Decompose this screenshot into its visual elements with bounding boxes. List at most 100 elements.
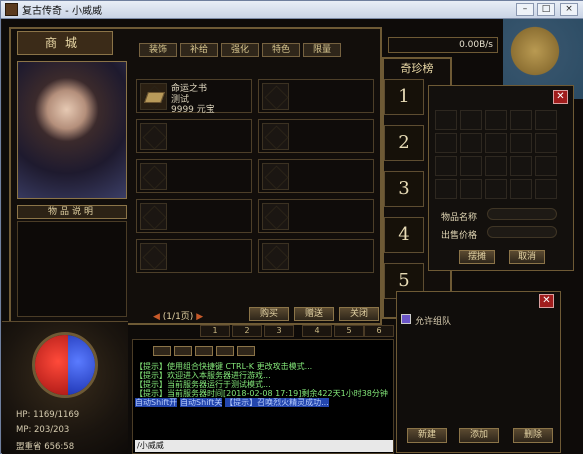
minimize-button[interactable]: – <box>516 3 534 16</box>
grid-cell[interactable] <box>485 133 507 153</box>
sell-dialog: ✕ 物品名称 出售价格 摆摊 取消 <box>428 85 574 271</box>
sell-close-icon[interactable]: ✕ <box>553 90 568 104</box>
chat-channel-icon[interactable] <box>237 346 255 356</box>
cancel-button[interactable]: 取消 <box>509 250 545 264</box>
grid-cell[interactable] <box>435 110 457 130</box>
grid-cell[interactable] <box>485 110 507 130</box>
tab-enhance[interactable]: 强化 <box>221 43 259 57</box>
net-speed-bar: 0.00B/s <box>388 37 498 53</box>
item-desc-title: 物品说明 <box>17 205 127 219</box>
chat-input[interactable]: /小威威 <box>135 440 393 452</box>
shop-item-slot[interactable] <box>258 159 374 193</box>
team-close-icon[interactable]: ✕ <box>539 294 554 308</box>
grid-cell[interactable] <box>535 179 557 199</box>
shop-item-slot[interactable] <box>136 199 252 233</box>
grid-cell[interactable] <box>435 156 457 176</box>
chat-line: 【提示】欢迎进入本服务器进行游戏... <box>135 371 271 380</box>
chat-line: 【提示】召唤烈火精灵成功... <box>225 398 329 407</box>
chat-channel-icon[interactable] <box>174 346 192 356</box>
grid-cell[interactable] <box>510 179 532 199</box>
grid-cell[interactable] <box>485 156 507 176</box>
quickbar-slot-2[interactable]: 2 <box>232 325 262 337</box>
location-value: 盟重省 656:58 <box>16 442 75 452</box>
shop-item-slot[interactable] <box>258 199 374 233</box>
quickbar-slot-4[interactable]: 4 <box>302 325 332 337</box>
gift-button[interactable]: 赠送 <box>294 307 334 321</box>
shop-item-slot[interactable] <box>258 119 374 153</box>
quickbar-slot-3[interactable]: 3 <box>264 325 294 337</box>
stall-button[interactable]: 摆摊 <box>459 250 495 264</box>
team-add-button[interactable]: 添加 <box>459 428 499 443</box>
grid-cell[interactable] <box>510 133 532 153</box>
grid-cell[interactable] <box>535 156 557 176</box>
team-panel: ✕ 允许组队 新建 添加 删除 <box>396 291 561 453</box>
rank-4[interactable]: 4 <box>384 217 424 253</box>
game-viewport: 商城 装饰 补给 强化 特色 限量 物品说明 命运之书 测试 9999 元宝 ◀ (1/… <box>2 19 583 454</box>
quickbar-slot-6[interactable]: 6 <box>364 325 394 337</box>
shop-close-button[interactable]: 关闭 <box>339 307 379 321</box>
net-speed: 0.00B/s <box>459 40 493 50</box>
shop-item-slot[interactable] <box>136 119 252 153</box>
rank-1[interactable]: 1 <box>384 79 424 115</box>
shop-item-slot[interactable] <box>136 159 252 193</box>
item-name-field[interactable] <box>487 208 557 220</box>
grid-cell[interactable] <box>510 110 532 130</box>
prev-page-icon[interactable]: ◀ <box>153 312 160 322</box>
team-remove-button[interactable]: 删除 <box>513 428 553 443</box>
grid-cell[interactable] <box>535 133 557 153</box>
grid-cell[interactable] <box>460 179 482 199</box>
game-window: 复古传奇 - 小威威 – □ × 商城 装饰 补给 强化 特色 限量 物品说明 命运之书… <box>0 0 583 454</box>
buy-button[interactable]: 购买 <box>249 307 289 321</box>
rank-2[interactable]: 2 <box>384 125 424 161</box>
allow-team-checkbox[interactable] <box>401 314 411 324</box>
hp-orb <box>35 335 68 395</box>
chat-channel-icon[interactable] <box>195 346 213 356</box>
chat-line: 【提示】使用组合快捷键 CTRL-K 更改攻击模式... <box>135 362 313 371</box>
maximize-button[interactable]: □ <box>537 3 555 16</box>
mp-value: MP: 203/203 <box>16 425 70 435</box>
page-text: (1/1页) <box>162 312 194 322</box>
grid-cell[interactable] <box>460 133 482 153</box>
empty-slot-icon <box>140 163 167 190</box>
grid-cell[interactable] <box>435 179 457 199</box>
shop-tabs: 装饰 补给 强化 特色 限量 <box>139 43 344 57</box>
chat-channel-icon[interactable] <box>153 346 171 356</box>
grid-cell[interactable] <box>460 110 482 130</box>
chat-log: 【提示】使用组合快捷键 CTRL-K 更改攻击模式... 【提示】欢迎进入本服务… <box>135 362 393 432</box>
tab-supply[interactable]: 补给 <box>180 43 218 57</box>
app-icon <box>5 3 18 16</box>
empty-slot-icon <box>262 243 289 270</box>
shop-item-slot[interactable] <box>258 239 374 273</box>
chat-line: 自动Shift关 <box>180 398 223 407</box>
hud-panel: HP: 1169/1169 MP: 203/203 盟重省 656:58 <box>2 321 128 454</box>
rank-3[interactable]: 3 <box>384 171 424 207</box>
price-label: 出售价格 <box>441 231 478 241</box>
quickbar-slot-1[interactable]: 1 <box>200 325 230 337</box>
page-indicator: ◀ (1/1页) ▶ <box>153 309 203 322</box>
quickbar-slot-5[interactable]: 5 <box>334 325 364 337</box>
sell-grid <box>435 110 557 199</box>
grid-cell[interactable] <box>460 156 482 176</box>
chat-panel: 【提示】使用组合快捷键 CTRL-K 更改攻击模式... 【提示】欢迎进入本服务… <box>132 339 394 454</box>
hp-value: HP: 1169/1169 <box>16 410 80 420</box>
shop-item-slot[interactable] <box>258 79 374 113</box>
chat-channel-icon[interactable] <box>216 346 234 356</box>
grid-cell[interactable] <box>435 133 457 153</box>
team-new-button[interactable]: 新建 <box>407 428 447 443</box>
tab-decoration[interactable]: 装饰 <box>139 43 177 57</box>
grid-cell[interactable] <box>485 179 507 199</box>
shop-item-slot[interactable]: 命运之书 测试 9999 元宝 <box>136 79 252 115</box>
next-page-icon[interactable]: ▶ <box>196 312 203 322</box>
window-title: 复古传奇 - 小威威 <box>22 6 102 17</box>
grid-cell[interactable] <box>535 110 557 130</box>
shop-title: 商城 <box>17 31 113 55</box>
tab-special[interactable]: 特色 <box>262 43 300 57</box>
close-window-button[interactable]: × <box>560 3 578 16</box>
empty-slot-icon <box>140 203 167 230</box>
item-price: 9999 元宝 <box>171 105 215 115</box>
grid-cell[interactable] <box>510 156 532 176</box>
price-field[interactable] <box>487 226 557 238</box>
chat-line: 【提示】当前服务器时间[2018-02-08 17:19]剩余422天1小时38… <box>135 389 388 398</box>
shop-item-slot[interactable] <box>136 239 252 273</box>
tab-limited[interactable]: 限量 <box>303 43 341 57</box>
